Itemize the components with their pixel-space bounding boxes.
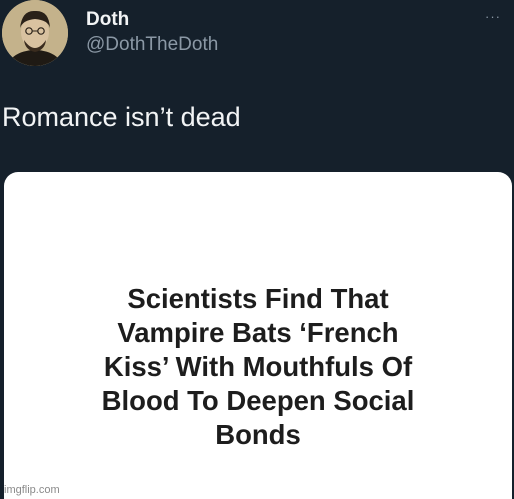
tweet-media-image[interactable]: Scientists Find That Vampire Bats ‘Frenc… [4, 172, 512, 499]
tweet-screenshot: Doth @DothTheDoth ··· Romance isn’t dead… [0, 0, 514, 499]
author-name[interactable]: Doth [86, 9, 129, 31]
imgflip-watermark: imgflip.com [4, 484, 60, 496]
portrait-image [2, 0, 68, 66]
more-options-icon[interactable]: ··· [480, 8, 506, 26]
media-headline: Scientists Find That Vampire Bats ‘Frenc… [101, 283, 415, 450]
avatar[interactable] [2, 0, 68, 66]
tweet-text: Romance isn’t dead [2, 102, 241, 132]
author-handle[interactable]: @DothTheDoth [86, 34, 218, 56]
